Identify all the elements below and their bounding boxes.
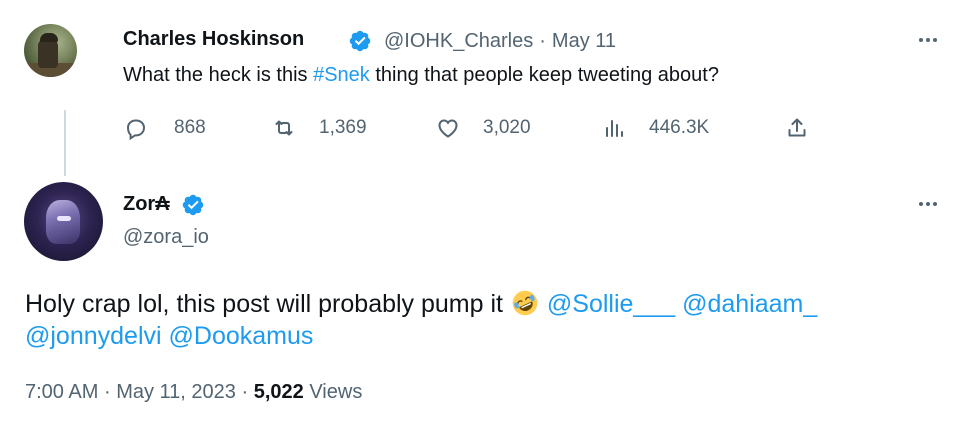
- parent-text-before: What the heck is this: [123, 64, 314, 86]
- avatar-figure: [38, 38, 58, 68]
- reply-tweet-text: Holy crap lol, this post will probably p…: [25, 288, 935, 352]
- views-count: 446.3K: [649, 117, 710, 138]
- mention-link[interactable]: @Sollie___: [547, 290, 675, 318]
- share-action[interactable]: [785, 116, 809, 140]
- parent-author-name[interactable]: Charles Hoskinson: [123, 28, 304, 51]
- avatar-hat: [40, 33, 58, 42]
- reply-time[interactable]: 7:00 AM: [25, 381, 98, 403]
- avatar-zora-visor: [57, 216, 71, 221]
- reply-author-handle[interactable]: @zora_io: [123, 226, 209, 249]
- mention-link[interactable]: @Dookamus: [169, 322, 314, 350]
- thread-connector-line: [64, 110, 66, 176]
- avatar-zora-figure: [46, 200, 80, 244]
- like-count: 3,020: [483, 117, 531, 138]
- avatar-charles[interactable]: [24, 24, 77, 77]
- verified-badge-icon: [182, 194, 204, 216]
- parent-text-after: thing that people keep tweeting about?: [369, 64, 719, 86]
- share-icon: [788, 118, 806, 137]
- like-icon: [438, 119, 458, 138]
- hashtag-link[interactable]: #Snek: [313, 64, 370, 86]
- meta-separator: ·: [241, 381, 249, 403]
- mention-link[interactable]: @dahiaam_: [682, 290, 817, 318]
- parent-handle[interactable]: @IOHK_Charles: [384, 30, 533, 52]
- retweet-count: 1,369: [319, 117, 367, 138]
- parent-separator: ·: [539, 30, 546, 52]
- mention-link[interactable]: @jonnydelvi: [25, 322, 162, 350]
- reply-views-count: 5,022: [253, 381, 304, 403]
- meta-separator: ·: [103, 381, 111, 403]
- reply-views-label: Views: [309, 381, 363, 403]
- more-icon[interactable]: [916, 192, 940, 216]
- parent-tweet-text: What the heck is this #Snek thing that p…: [123, 63, 719, 87]
- emoji-rofl-icon: [512, 290, 538, 316]
- avatar-zora[interactable]: [24, 182, 103, 261]
- more-icon[interactable]: [916, 28, 940, 52]
- reply-count: 868: [174, 117, 206, 138]
- reply-icon: [126, 119, 146, 140]
- reply-meta: 7:00 AM · May 11, 2023 · 5,022 Views: [25, 381, 362, 404]
- retweet-icon: [275, 120, 293, 136]
- reply-action[interactable]: 868: [124, 116, 206, 140]
- like-action[interactable]: 3,020: [436, 116, 531, 140]
- reply-author-name[interactable]: Zor₳: [123, 193, 170, 216]
- reply-text-body: Holy crap lol, this post will probably p…: [25, 290, 503, 318]
- views-action[interactable]: 446.3K: [603, 116, 709, 140]
- views-icon: [606, 120, 623, 137]
- parent-date[interactable]: May 11: [552, 30, 616, 52]
- retweet-action[interactable]: 1,369: [272, 116, 367, 140]
- parent-handle-line: @IOHK_Charles · May 11: [384, 30, 616, 53]
- verified-badge-icon: [349, 30, 371, 52]
- reply-date[interactable]: May 11, 2023: [116, 381, 236, 403]
